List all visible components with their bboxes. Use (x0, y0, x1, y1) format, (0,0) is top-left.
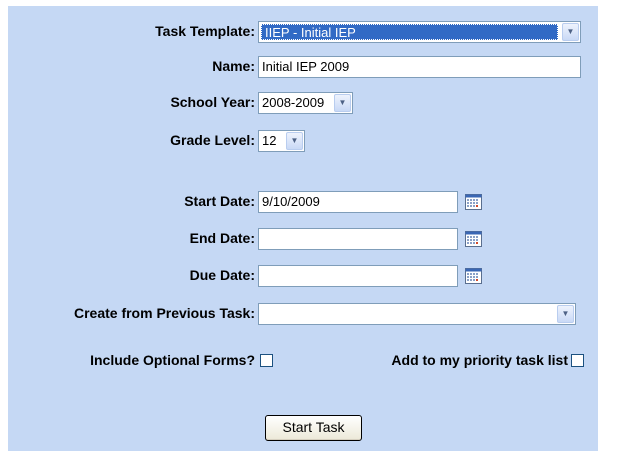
chevron-down-icon[interactable]: ▼ (562, 23, 579, 41)
calendar-icon[interactable] (465, 194, 482, 210)
school-year-value: 2008-2009 (262, 95, 325, 110)
chevron-down-icon[interactable]: ▼ (334, 94, 351, 112)
task-form-panel: Task Template: IIEP - Initial IEP ▼ Name… (8, 6, 598, 451)
school-year-select[interactable]: 2008-2009 ▼ (258, 92, 353, 114)
start-task-button[interactable]: Start Task (265, 415, 362, 441)
due-date-field[interactable] (258, 265, 458, 287)
end-date-field[interactable] (258, 228, 458, 250)
include-optional-forms-checkbox[interactable] (260, 354, 273, 367)
add-priority-label: Add to my priority task list (391, 352, 568, 368)
task-template-select[interactable]: IIEP - Initial IEP ▼ (258, 21, 581, 43)
school-year-label: School Year: (170, 94, 255, 110)
grade-level-label: Grade Level: (170, 132, 255, 148)
calendar-icon[interactable] (465, 268, 482, 284)
calendar-icon[interactable] (465, 231, 482, 247)
end-date-label: End Date: (189, 230, 255, 246)
name-field[interactable]: Initial IEP 2009 (258, 56, 581, 78)
task-template-value: IIEP - Initial IEP (261, 24, 558, 40)
include-optional-forms-label: Include Optional Forms? (90, 352, 255, 368)
previous-task-select[interactable]: ▼ (258, 303, 576, 325)
chevron-down-icon[interactable]: ▼ (557, 305, 574, 323)
chevron-down-icon[interactable]: ▼ (286, 132, 303, 150)
name-label: Name: (212, 58, 255, 74)
add-priority-checkbox[interactable] (571, 354, 584, 367)
grade-level-select[interactable]: 12 ▼ (258, 130, 305, 152)
start-date-label: Start Date: (184, 193, 255, 209)
start-date-field[interactable]: 9/10/2009 (258, 191, 458, 213)
due-date-label: Due Date: (189, 267, 255, 283)
previous-task-label: Create from Previous Task: (73, 305, 255, 321)
task-template-label: Task Template: (155, 23, 255, 39)
grade-level-value: 12 (262, 133, 277, 148)
